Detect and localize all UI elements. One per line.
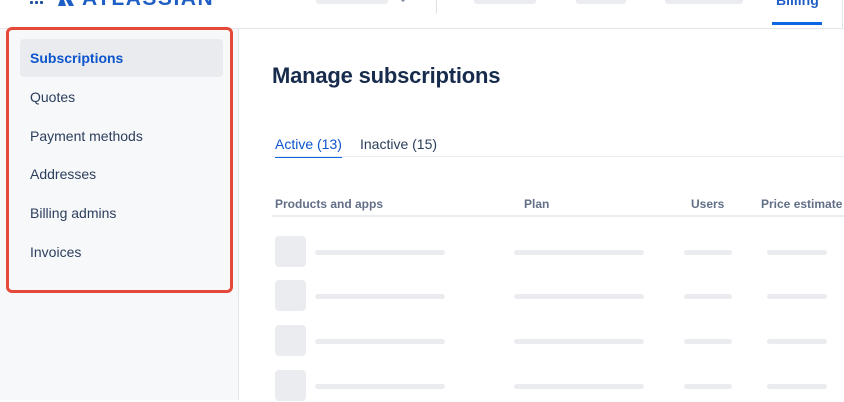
main-content: Manage subscriptions Active (13) Inactiv…: [239, 29, 844, 402]
column-header-price-estimate: Price estimate: [761, 197, 843, 211]
divider: [842, 0, 843, 28]
sidebar-item-payment-methods[interactable]: Payment methods: [20, 117, 223, 155]
loading-bar: [315, 384, 445, 389]
sidebar-item-quotes[interactable]: Quotes: [20, 78, 223, 116]
loading-bar: [514, 294, 644, 299]
table-row: [272, 236, 844, 268]
loading-bar: [767, 384, 827, 389]
tabs-divider: [272, 156, 844, 157]
loading-bar: [684, 250, 732, 255]
product-icon-placeholder: [275, 325, 306, 356]
page-title: Manage subscriptions: [272, 63, 501, 88]
loading-bar: [684, 339, 732, 344]
nav-tab-billing[interactable]: Billing: [776, 0, 819, 9]
loading-bar: [514, 339, 644, 344]
active-tab-indicator: [772, 22, 822, 25]
nav-item-placeholder: [576, 0, 626, 4]
loading-bar: [315, 339, 445, 344]
atlassian-logo-icon[interactable]: [57, 0, 75, 10]
loading-bar: [684, 384, 732, 389]
sidebar-item-subscriptions[interactable]: Subscriptions: [20, 39, 223, 77]
tab-active[interactable]: Active (13): [275, 135, 342, 158]
sidebar-item-invoices[interactable]: Invoices: [20, 233, 223, 271]
nav-item-placeholder: [665, 0, 743, 4]
table-header-divider: [272, 215, 844, 217]
column-header-products: Products and apps: [275, 197, 384, 211]
sidebar: Subscriptions Quotes Payment methods Add…: [0, 29, 239, 400]
table-row: [272, 325, 844, 357]
chevron-down-icon[interactable]: [398, 0, 408, 4]
column-header-plan: Plan: [524, 197, 550, 211]
atlassian-logo-text[interactable]: ATLASSIAN: [82, 0, 214, 12]
loading-bar: [767, 294, 827, 299]
nav-divider: [436, 0, 437, 14]
table-row: [272, 370, 844, 402]
loading-bar: [514, 384, 644, 389]
loading-bar: [315, 250, 445, 255]
table-row: [272, 280, 844, 312]
app-switcher-icon[interactable]: [30, 0, 44, 8]
product-icon-placeholder: [275, 370, 306, 401]
loading-bar: [684, 294, 732, 299]
nav-item-placeholder: [474, 0, 536, 4]
sidebar-item-addresses[interactable]: Addresses: [20, 155, 223, 193]
loading-bar: [514, 250, 644, 255]
loading-bar: [315, 294, 445, 299]
tab-inactive[interactable]: Inactive (15): [360, 135, 437, 153]
top-navigation-bar: ATLASSIAN Billing: [0, 0, 844, 29]
loading-bar: [767, 250, 827, 255]
product-icon-placeholder: [275, 280, 306, 311]
column-header-users: Users: [691, 197, 725, 211]
product-icon-placeholder: [275, 236, 306, 267]
loading-bar: [767, 339, 827, 344]
nav-item-placeholder: [316, 0, 388, 4]
sidebar-item-billing-admins[interactable]: Billing admins: [20, 194, 223, 232]
